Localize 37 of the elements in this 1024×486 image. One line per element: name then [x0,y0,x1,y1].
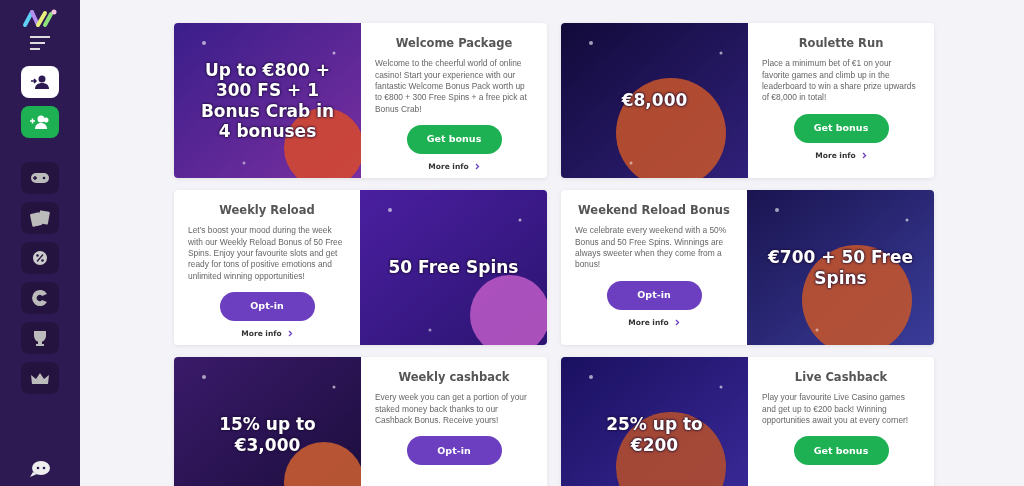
register-button[interactable] [21,106,59,138]
promo-description: Every week you can get a portion of your staked money back thanks to our Cashback Bonus. Receive yours! [375,392,528,427]
promo-title: Live Cashback [794,371,888,385]
promo-description: Place a minimum bet of €1 on your favorite games and climb up in the leaderboard to win a share prize upwards of €8,000 in total! [762,58,917,104]
opt-in-button[interactable]: Opt-in [606,280,702,310]
promo-description: Let’s boost your mood during the week with our Weekly Reload Bonus of 50 Free Spins. Enjoy your favourite slots and get ready for tons of positive emotions and unlimited winning opportunities! [188,225,344,282]
menu-icon[interactable] [30,36,50,50]
promo-title: Roulette Run [798,37,884,51]
chevron-right-icon [474,163,480,171]
nav-button[interactable] [21,202,59,234]
promo-description: We celebrate every weekend with a 50% Bonus and 50 Free Spins. Winnings are always sweeter when they come from a bonus! [575,225,728,271]
chevron-right-icon [287,330,293,338]
nav-button[interactable] [21,322,59,354]
promo-headline: Up to €800 + 300 FS + 1 Bonus Crab in 4 bonuses [199,59,336,142]
chevron-right-icon [674,318,680,326]
promo-headline: 25% up to €200 [605,414,704,455]
login-button[interactable] [21,66,59,98]
cards-icon [29,208,51,228]
chat-icon[interactable] [29,460,51,478]
promo-description: Welcome to the cheerful world of online casino! Start your experience with our fantastic Welcome Bonus Pack worth up to €800 + 300 Free Spins + a free pick at Bonus Crab! [375,58,528,115]
promo-title: Weekend Reload Bonus [578,204,730,218]
promo-title: Welcome Package [395,37,513,51]
promo-title: Weekly cashback [398,371,510,385]
opt-in-button[interactable]: Opt-in [406,436,502,466]
promo-description: Play your favourite Live Casino games and get up to €200 back! Winning opportunities await you at every corner! [762,392,910,427]
promo-headline: 50 Free Spins [387,257,520,278]
user-icon [31,75,49,89]
opt-in-button[interactable]: Opt-in [219,291,315,321]
logo-icon [22,8,58,28]
chevron-right-icon [861,151,867,159]
promo-title: Weekly Reload [219,204,315,218]
promo-headline: 15% up to €3,000 [218,414,317,455]
users-icon [30,115,50,129]
nav-button[interactable] [21,162,59,194]
nav-button[interactable] [21,362,59,394]
nav-button[interactable] [21,242,59,274]
nav-button[interactable] [21,282,59,314]
